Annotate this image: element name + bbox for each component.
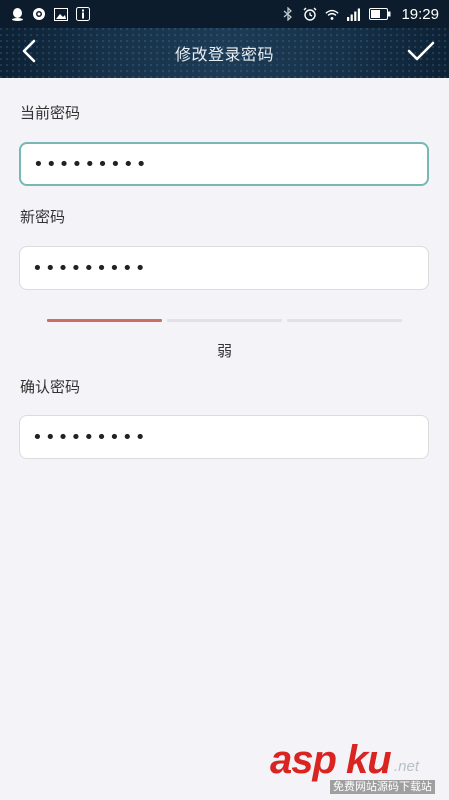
status-right-icons: 19:29 — [281, 6, 439, 23]
confirm-password-value: ••••••••• — [32, 426, 148, 448]
wifi-icon — [325, 7, 340, 21]
image-icon — [54, 7, 68, 21]
bluetooth-icon — [281, 7, 295, 21]
battery-icon — [369, 7, 391, 21]
status-left-icons — [10, 7, 90, 21]
confirm-password-input[interactable]: ••••••••• — [19, 415, 429, 459]
watermark-domain: .net — [394, 758, 420, 775]
new-password-value: ••••••••• — [32, 257, 148, 279]
alarm-icon — [303, 7, 317, 21]
chevron-left-icon — [21, 39, 37, 67]
browser-icon — [32, 7, 46, 21]
strength-segment-2 — [167, 319, 282, 322]
current-password-input[interactable]: ••••••••• — [19, 142, 429, 186]
strength-segment-3 — [287, 319, 402, 322]
new-password-label: 新密码 — [20, 208, 66, 226]
qq-icon — [10, 7, 24, 21]
status-bar: 19:29 — [0, 0, 449, 28]
app-screen: 19:29 修改登录密码 当前密码 ••••••••• 新密码 ••••••••… — [0, 0, 449, 800]
signal-icon — [347, 7, 361, 21]
new-password-input[interactable]: ••••••••• — [19, 246, 429, 290]
info-icon — [76, 7, 90, 21]
strength-segment-1 — [47, 319, 162, 322]
confirm-password-label: 确认密码 — [20, 378, 81, 396]
nav-bar: 修改登录密码 — [0, 28, 449, 78]
page-title: 修改登录密码 — [174, 45, 274, 64]
watermark-logo: asp ku — [270, 738, 392, 782]
checkmark-icon — [407, 40, 435, 66]
watermark-caption: 免费网站源码下载站 — [330, 780, 435, 794]
confirm-button[interactable] — [405, 38, 437, 68]
watermark: asp ku .net 免费网站源码下载站 — [270, 740, 445, 796]
strength-label: 弱 — [216, 342, 232, 360]
current-password-value: ••••••••• — [33, 153, 149, 175]
current-password-label: 当前密码 — [20, 104, 81, 122]
status-time: 19:29 — [401, 5, 439, 23]
back-button[interactable] — [14, 39, 44, 67]
